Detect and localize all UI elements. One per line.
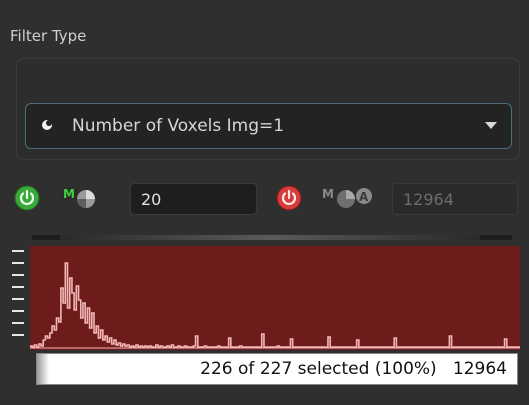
selection-status-text: 226 of 227 selected (100%) 12964: [200, 359, 507, 379]
histogram-panel: [10, 244, 520, 352]
lower-threshold-input[interactable]: 20: [130, 183, 257, 215]
filter-type-selected: Number of Voxels Img=1: [72, 116, 285, 136]
lower-mode-icon[interactable]: M: [60, 184, 100, 212]
upper-mode-icon[interactable]: M A: [320, 184, 386, 212]
chevron-down-icon[interactable]: [485, 122, 497, 129]
histogram-svg: [30, 262, 520, 349]
range-slider-handle[interactable]: [60, 235, 480, 240]
upper-power-icon[interactable]: [276, 185, 302, 211]
svg-text:A: A: [359, 190, 369, 204]
histogram-scale-ticks: [10, 244, 28, 352]
histogram-plot[interactable]: [30, 246, 520, 350]
upper-mode-label: M: [322, 187, 334, 201]
filter-type-title: Filter Type: [10, 27, 87, 45]
histogram-outline: [30, 262, 520, 348]
lower-mode-label: M: [63, 187, 75, 201]
selection-status-bar: 226 of 227 selected (100%) 12964: [36, 353, 518, 385]
filter-type-dropdown[interactable]: Number of Voxels Img=1: [25, 103, 512, 149]
bullet-icon: [42, 120, 52, 130]
lower-power-icon[interactable]: [14, 185, 40, 211]
upper-threshold-input[interactable]: 12964: [392, 183, 518, 215]
